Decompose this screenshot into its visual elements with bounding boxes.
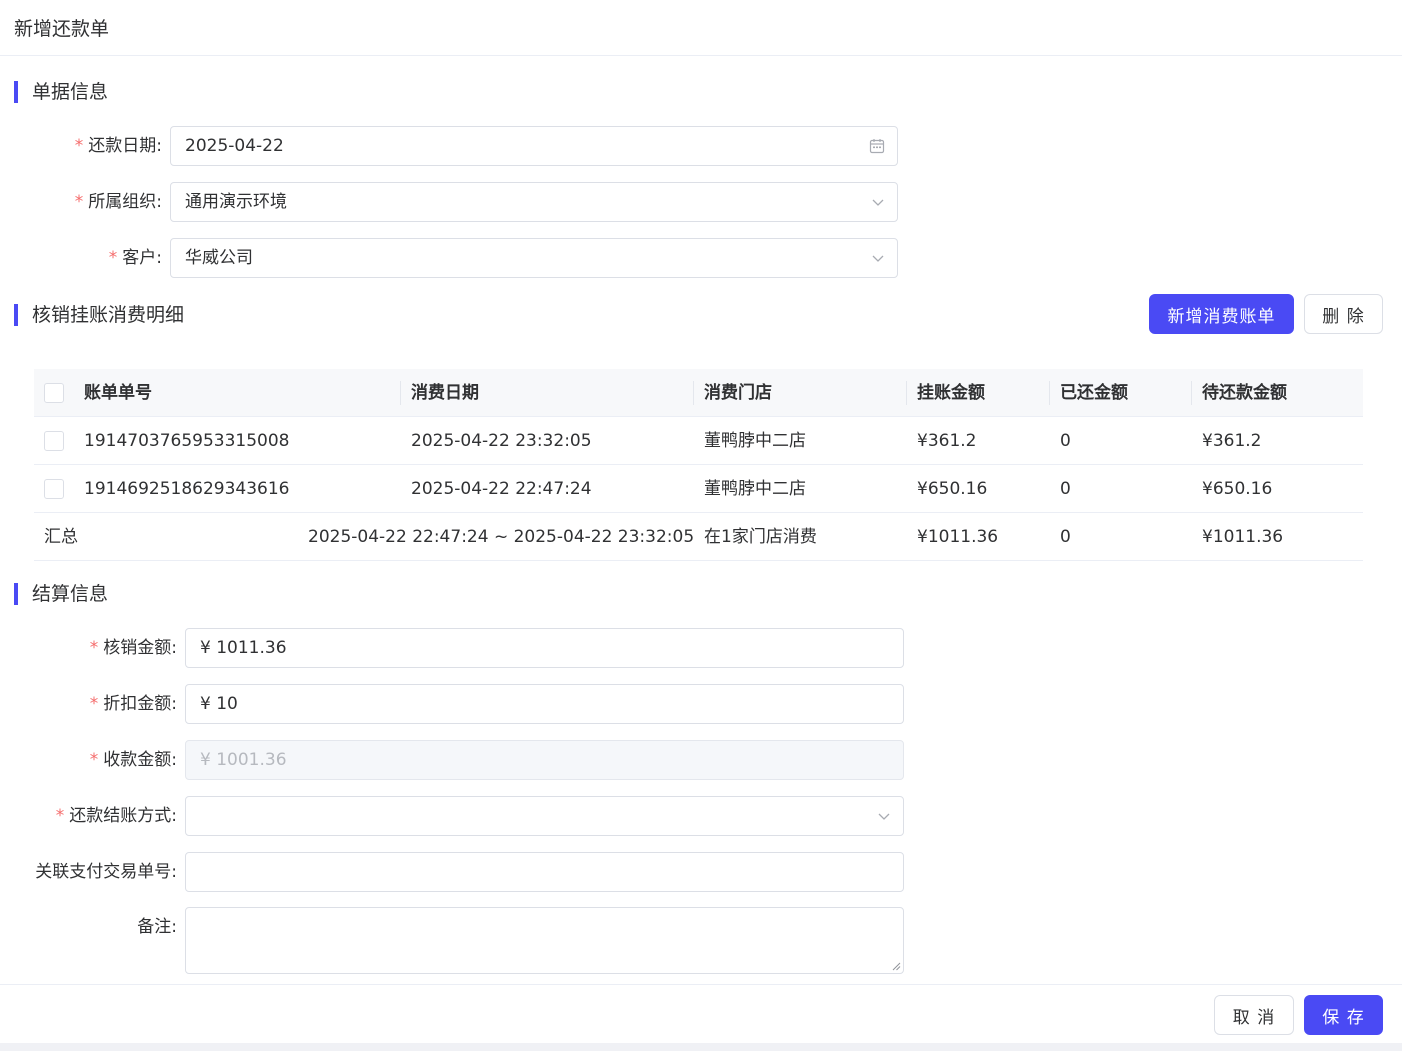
required-mark: *: [74, 192, 84, 212]
select-all-checkbox[interactable]: [44, 383, 64, 403]
org-select[interactable]: 通用演示环境: [170, 182, 898, 222]
required-mark: *: [89, 694, 99, 714]
repay-date-label-text: 还款日期: [88, 136, 157, 156]
cell-charge: ¥650.16: [917, 479, 988, 499]
trade-no-input[interactable]: [185, 852, 904, 892]
trade-no-label-text: 关联支付交易单号: [35, 862, 172, 882]
delete-button[interactable]: 删 除: [1304, 294, 1383, 334]
save-button[interactable]: 保 存: [1304, 995, 1383, 1035]
chevron-down-icon: [871, 239, 885, 277]
summary-date-range: 2025-04-22 22:47:24 ~ 2025-04-22 23:32:0…: [308, 527, 695, 547]
summary-label: 汇总: [44, 527, 78, 547]
cell-bill-no: 1914703765953315008: [84, 431, 290, 451]
org-label: * 所属组织:: [74, 192, 162, 212]
row-checkbox[interactable]: [44, 431, 64, 451]
summary-pending: ¥1011.36: [1202, 527, 1284, 547]
discount-label-text: 折扣金额: [103, 694, 172, 714]
resize-handle-icon[interactable]: [891, 961, 901, 971]
cell-date: 2025-04-22 23:32:05: [411, 431, 592, 451]
cell-pending: ¥650.16: [1202, 479, 1273, 499]
receive-label-text: 收款金额: [103, 750, 172, 770]
column-divider: [693, 381, 694, 405]
cell-bill-no: 1914692518629343616: [84, 479, 290, 499]
writeoff-amount-value: ¥ 1011.36: [200, 638, 287, 658]
required-mark: *: [55, 806, 65, 826]
col-header-pending: 待还款金额: [1202, 383, 1287, 403]
table-row[interactable]: 1914703765953315008 2025-04-22 23:32:05 …: [34, 417, 1363, 465]
detail-table: 账单单号 消费日期 消费门店 挂账金额 已还金额 待还款金额 191470376…: [34, 369, 1363, 561]
remark-label-text: 备注: [137, 917, 172, 937]
section-title-settle: 结算信息: [14, 583, 108, 605]
col-header-paid: 已还金额: [1060, 383, 1128, 403]
repay-date-picker[interactable]: 2025-04-22: [170, 126, 898, 166]
column-divider: [1049, 381, 1050, 405]
writeoff-label-text: 核销金额: [103, 638, 172, 658]
col-header-store: 消费门店: [704, 383, 772, 403]
remark-textarea[interactable]: [185, 907, 904, 974]
discount-amount-value: ¥ 10: [200, 694, 238, 714]
cell-pending: ¥361.2: [1202, 431, 1262, 451]
table-summary-row: 汇总 2025-04-22 22:47:24 ~ 2025-04-22 23:3…: [34, 513, 1363, 561]
summary-charge: ¥1011.36: [917, 527, 999, 547]
col-header-charge: 挂账金额: [917, 383, 985, 403]
cell-paid: 0: [1060, 431, 1071, 451]
column-divider: [400, 381, 401, 405]
trade-no-label: 关联支付交易单号:: [35, 862, 177, 882]
table-row[interactable]: 1914692518629343616 2025-04-22 22:47:24 …: [34, 465, 1363, 513]
writeoff-label: * 核销金额:: [89, 638, 177, 658]
cancel-button[interactable]: 取 消: [1214, 995, 1294, 1035]
column-divider: [906, 381, 907, 405]
required-mark: *: [108, 248, 118, 268]
summary-stores: 在1家门店消费: [704, 527, 817, 547]
repayment-dialog: 新增还款单 单据信息 * 还款日期: 2025-04-22 * 所属组织: 通用演示…: [0, 0, 1402, 1043]
chevron-down-icon: [871, 183, 885, 221]
repay-date-label: * 还款日期:: [74, 136, 162, 156]
section-title-doc-info: 单据信息: [14, 81, 108, 103]
pay-method-label-text: 还款结账方式: [69, 806, 172, 826]
calendar-icon: [869, 127, 885, 165]
discount-label: * 折扣金额:: [89, 694, 177, 714]
col-header-date: 消费日期: [411, 383, 479, 403]
chevron-down-icon: [877, 797, 891, 835]
receive-amount-input: ¥ 1001.36: [185, 740, 904, 780]
customer-value: 华威公司: [185, 248, 253, 268]
writeoff-amount-input[interactable]: ¥ 1011.36: [185, 628, 904, 668]
cell-charge: ¥361.2: [917, 431, 977, 451]
col-header-bill-no: 账单单号: [84, 383, 152, 403]
cell-date: 2025-04-22 22:47:24: [411, 479, 592, 499]
footer-divider: [0, 984, 1402, 985]
receive-label: * 收款金额:: [89, 750, 177, 770]
column-divider: [1191, 381, 1192, 405]
dialog-title: 新增还款单: [14, 18, 110, 40]
required-mark: *: [89, 638, 99, 658]
section-title-detail: 核销挂账消费明细: [14, 304, 184, 326]
table-header-row: 账单单号 消费日期 消费门店 挂账金额 已还金额 待还款金额: [34, 369, 1363, 417]
pay-method-label: * 还款结账方式:: [55, 806, 177, 826]
repay-date-value: 2025-04-22: [185, 136, 284, 156]
org-label-text: 所属组织: [88, 192, 157, 212]
discount-amount-input[interactable]: ¥ 10: [185, 684, 904, 724]
required-mark: *: [74, 136, 84, 156]
cell-store: 董鸭脖中二店: [704, 431, 806, 451]
row-checkbox[interactable]: [44, 479, 64, 499]
pay-method-select[interactable]: [185, 796, 904, 836]
cell-paid: 0: [1060, 479, 1071, 499]
customer-label: * 客户:: [108, 248, 162, 268]
org-value: 通用演示环境: [185, 192, 287, 212]
customer-label-text: 客户: [122, 248, 157, 268]
customer-select[interactable]: 华威公司: [170, 238, 898, 278]
cell-store: 董鸭脖中二店: [704, 479, 806, 499]
remark-label: 备注:: [137, 917, 177, 937]
summary-paid: 0: [1060, 527, 1071, 547]
dialog-header: 新增还款单: [0, 0, 1402, 56]
add-consumption-bill-button[interactable]: 新增消费账单: [1149, 294, 1294, 334]
receive-amount-value: ¥ 1001.36: [200, 750, 287, 770]
required-mark: *: [89, 750, 99, 770]
